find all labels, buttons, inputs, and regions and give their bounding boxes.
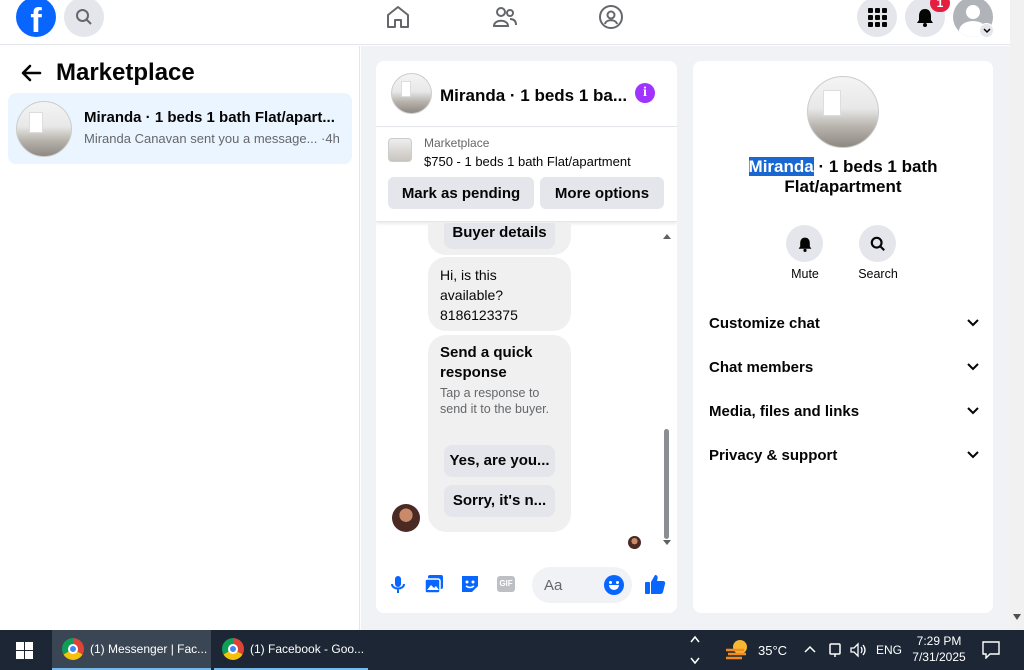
friends-icon[interactable] [485, 2, 525, 32]
search-in-chat-button[interactable] [859, 225, 896, 262]
search-label: Search [858, 267, 898, 281]
menu-grid-icon[interactable] [857, 0, 897, 37]
chat-header: Miranda · 1 beds 1 ba... i [376, 61, 677, 127]
media-files-links-row[interactable]: Media, files and links [709, 399, 979, 423]
home-icon[interactable] [378, 2, 418, 32]
chevron-down-icon [967, 451, 979, 459]
sticker-icon[interactable] [460, 574, 480, 594]
top-navigation-bar: f 1 [0, 0, 1010, 45]
quick-response-title: Send a quick response [440, 344, 533, 381]
chevron-down-icon [967, 407, 979, 415]
notification-badge: 1 [930, 0, 950, 12]
conversation-list-item[interactable]: Miranda · 1 beds 1 bath Flat/apart... Mi… [8, 93, 352, 164]
listing-photo[interactable] [807, 76, 879, 148]
system-clock[interactable]: 7:29 PM 7/31/2025 [906, 633, 972, 665]
chevron-down-icon [967, 319, 979, 327]
privacy-support-row[interactable]: Privacy & support [709, 443, 979, 467]
tray-chevron-up-icon[interactable] [804, 645, 816, 653]
conversation-list-panel: Marketplace Miranda · 1 beds 1 bath Flat… [0, 46, 360, 630]
language-indicator[interactable]: ENG [876, 643, 902, 657]
quick-reply-yes-button[interactable]: Yes, are you... [444, 445, 555, 477]
customize-chat-row[interactable]: Customize chat [709, 311, 979, 335]
buyer-details-card: Buyer details [428, 223, 571, 255]
like-thumb-icon[interactable] [644, 573, 666, 595]
search-icon[interactable] [64, 0, 104, 37]
mute-button[interactable] [786, 225, 823, 262]
chat-scrollbar[interactable] [662, 227, 672, 547]
chrome-icon [222, 638, 244, 660]
seen-indicator-avatar [628, 536, 641, 549]
scroll-down-arrow-icon[interactable] [662, 539, 672, 547]
message-thread: Buyer details Hi, is this available? 818… [376, 223, 677, 551]
listing-thumbnail [16, 101, 72, 157]
more-options-button[interactable]: More options [540, 177, 664, 209]
chat-window: Miranda · 1 beds 1 ba... i Marketplace $… [376, 61, 677, 613]
mute-label: Mute [791, 267, 819, 281]
chat-title[interactable]: Miranda · 1 beds 1 ba... [440, 86, 627, 106]
page-title: Marketplace [56, 59, 195, 86]
conversation-preview: Miranda Canavan sent you a message... ·4… [84, 131, 340, 146]
listing-summary[interactable]: $750 - 1 beds 1 bath Flat/apartment [424, 154, 631, 169]
listing-name: Miranda · 1 beds 1 bath Flat/apartment [748, 157, 938, 196]
facebook-logo[interactable]: f [16, 0, 56, 37]
quick-response-subtitle: Tap a response to send it to the buyer. [440, 386, 550, 416]
chat-avatar[interactable] [391, 73, 432, 114]
info-icon[interactable]: i [635, 83, 655, 103]
weather-icon[interactable] [724, 638, 750, 662]
message-bubble: Hi, is this available? 8186123375 [428, 257, 571, 331]
listing-banner: Marketplace $750 - 1 beds 1 bath Flat/ap… [376, 128, 677, 222]
quick-response-card: Send a quick response Tap a response to … [428, 335, 571, 532]
mute-bell-icon [798, 237, 811, 252]
message-input[interactable]: Aa [532, 567, 632, 603]
windows-taskbar: (1) Messenger | Fac... (1) Facebook - Go… [0, 630, 1024, 670]
photo-icon[interactable] [424, 574, 444, 594]
network-icon[interactable] [828, 642, 842, 658]
account-chevron-icon[interactable] [979, 23, 994, 38]
emoji-icon[interactable] [604, 575, 624, 595]
message-input-placeholder: Aa [544, 577, 563, 594]
sender-avatar [392, 504, 420, 532]
chevron-down-icon [967, 363, 979, 371]
taskbar-messenger-tab[interactable]: (1) Messenger | Fac... [52, 630, 211, 670]
taskbar-scroll-arrows-icon[interactable] [690, 634, 700, 666]
back-arrow-icon[interactable] [20, 62, 44, 86]
conversation-title: Miranda · 1 beds 1 bath Flat/apart... [84, 109, 335, 126]
microphone-icon[interactable] [389, 575, 407, 595]
listing-source: Marketplace [424, 136, 490, 150]
notifications-icon[interactable] [982, 641, 1000, 659]
chat-info-panel: Miranda · 1 beds 1 bath Flat/apartment M… [693, 61, 993, 613]
taskbar-facebook-tab[interactable]: (1) Facebook - Goo... [214, 630, 368, 670]
composer-bar: GIF Aa [376, 565, 677, 605]
groups-icon[interactable] [591, 2, 631, 32]
temperature[interactable]: 35°C [758, 643, 787, 658]
page-scrollbar[interactable] [1010, 0, 1024, 630]
selected-text-highlight: Miranda [748, 157, 814, 176]
gif-icon[interactable]: GIF [497, 576, 515, 592]
volume-icon[interactable] [850, 642, 868, 658]
windows-start-icon[interactable] [16, 642, 33, 659]
buyer-details-button[interactable]: Buyer details [444, 223, 555, 249]
search-chat-icon [870, 236, 885, 251]
chat-members-row[interactable]: Chat members [709, 355, 979, 379]
chrome-icon [62, 638, 84, 660]
mark-pending-button[interactable]: Mark as pending [388, 177, 534, 209]
quick-reply-sorry-button[interactable]: Sorry, it's n... [444, 485, 555, 517]
listing-mini-thumbnail [388, 138, 412, 162]
